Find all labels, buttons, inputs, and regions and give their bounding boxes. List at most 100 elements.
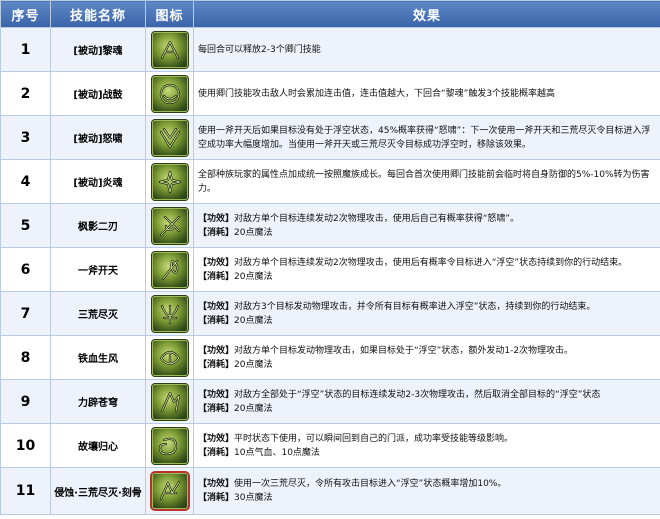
icon-cell [145, 379, 194, 424]
effect-cost-text: 30点魔法 [234, 493, 273, 503]
effect-cost: 【消耗】10点气血、10点魔法 [198, 446, 656, 460]
skill-effect: 每回合可以释放2-3个卿门技能 [193, 27, 660, 72]
skill-effect: 【功效】对敌方全部处于“浮空”状态的目标连续发动2-3次物理攻击，然后取消全部目… [193, 379, 660, 424]
icon-cell [145, 71, 194, 116]
effect-function: 【功效】对敌方单个目标连续发动2次物理攻击，使用后有概率令目标进入“浮空”状态持… [198, 256, 656, 270]
row-number: 5 [0, 203, 51, 248]
table-row: 10 故壤归心 【功效】平时状态下使用，可以瞬间回到自己的门派，成功率受技能等级影响… [0, 423, 660, 468]
skill-name: 枫影二刃 [50, 203, 146, 248]
skill-name: 故壤归心 [50, 423, 146, 468]
skill-icon [151, 75, 188, 112]
effect-text: 使用卿门技能攻击敌人时会累加连击值，连击值越大，下回合“黎魂”触发3个技能概率越… [198, 88, 556, 99]
effect-function-text: 对敌方单个目标发动物理攻击，如果目标处于“浮空”状态，额外发动1-2次物理攻击。 [234, 345, 574, 356]
effect-function-text: 对敌方3个目标发动物理攻击，并令所有目标有概率进入浮空”状态，持续到你的行动结束… [234, 301, 596, 312]
effect-function: 【功效】平时状态下使用，可以瞬间回到自己的门派，成功率受技能等级影响。 [198, 432, 656, 446]
effect-function-text: 使用一次三荒尽灭，令所有攻击目标进入“浮空”状态概率增加10%。 [234, 479, 507, 489]
icon-cell [145, 203, 194, 248]
effect-function-text: 对敌方单个目标连续发动2次物理攻击，使用后自己有概率获得“怒啸”。 [234, 213, 520, 224]
icon-cell [145, 467, 194, 515]
icon-cell [145, 159, 194, 204]
effect-cost: 【消耗】30点魔法 [198, 491, 656, 505]
skill-name: [被动]炎魂 [50, 159, 146, 204]
row-number: 9 [0, 379, 51, 424]
effect-cost-text: 10点气血、10点魔法 [234, 447, 320, 458]
effect-function-label: 【功效】 [198, 301, 235, 312]
table-row: 9 力辟苍穹 【功效】对敌方全部处于“浮空”状态的目标连续发动2-3次物理攻击，然后… [0, 379, 660, 424]
skill-effect: 【功效】对敌方单个目标连续发动2次物理攻击，使用后有概率令目标进入“浮空”状态持… [193, 247, 660, 292]
effect-function: 【功效】对敌方单个目标发动物理攻击，如果目标处于“浮空”状态，额外发动1-2次物… [198, 344, 656, 358]
effect-cost-label: 【消耗】 [198, 271, 235, 282]
skill-effect: 【功效】对敌方单个目标连续发动2次物理攻击，使用后自己有概率获得“怒啸”。 【消耗… [193, 203, 660, 248]
row-number: 2 [0, 71, 51, 116]
row-number: 6 [0, 247, 51, 292]
effect-cost-text: 20点魔法 [234, 359, 273, 370]
skill-name: 力辟苍穹 [50, 379, 146, 424]
row-number: 4 [0, 159, 51, 204]
skill-icon [151, 207, 188, 244]
skill-name: 铁血生风 [50, 335, 146, 380]
skill-icon [151, 163, 188, 200]
table-row: 7 三荒尽灭 【功效】对敌方3个目标发动物理攻击，并令所有目标有概率进入浮空”状态，… [0, 291, 660, 336]
effect-cost: 【消耗】20点魔法 [198, 402, 656, 416]
table-row: 6 一斧开天 【功效】对敌方单个目标连续发动2次物理攻击，使用后有概率令目标进入“浮… [0, 247, 660, 292]
skill-effect: 【功效】对敌方3个目标发动物理攻击，并令所有目标有概率进入浮空”状态，持续到你的… [193, 291, 660, 336]
effect-cost-text: 20点魔法 [234, 315, 273, 326]
table-row: 2 [被动]战鼓 使用卿门技能攻击敌人时会累加连击值，连击值越大，下回合“黎魂”触发… [0, 71, 660, 116]
header-effect: 效果 [193, 0, 660, 28]
row-number: 10 [0, 423, 51, 468]
skill-name: 一斧开天 [50, 247, 146, 292]
skill-effect: 使用一斧开天后如果目标没有处于浮空状态，45%概率获得“怒啸”：下一次使用一斧开… [193, 115, 660, 160]
header-icon: 图标 [145, 0, 194, 28]
effect-cost-text: 20点魔法 [234, 271, 273, 282]
table-row: 3 [被动]怒啸 使用一斧开天后如果目标没有处于浮空状态，45%概率获得“怒啸”：下… [0, 115, 660, 160]
table-row: 11 侵蚀·三荒尽灭·刻骨 【功效】使用一次三荒尽灭，令所有攻击目标进入“浮空”状态… [0, 467, 660, 515]
skill-name: 三荒尽灭 [50, 291, 146, 336]
effect-cost-label: 【消耗】 [198, 493, 235, 503]
row-number: 3 [0, 115, 51, 160]
icon-cell [145, 335, 194, 380]
effect-function: 【功效】对敌方单个目标连续发动2次物理攻击，使用后自己有概率获得“怒啸”。 [198, 212, 656, 226]
effect-text: 全部种族玩家的属性点加成统一按照魔族成长。每回合首次使用卿门技能前会临时将自身防… [198, 169, 650, 194]
skill-table: 序号 技能名称 图标 效果 1 [被动]黎魂 每回合可以释放2-3个卿门技能 2 [被动… [0, 0, 660, 515]
table-row: 8 铁血生风 【功效】对敌方单个目标发动物理攻击，如果目标处于“浮空”状态，额外发动… [0, 335, 660, 380]
effect-function-label: 【功效】 [198, 479, 235, 489]
skill-icon [151, 119, 188, 156]
effect-cost-label: 【消耗】 [198, 227, 235, 238]
skill-effect: 【功效】使用一次三荒尽灭，令所有攻击目标进入“浮空”状态概率增加10%。 【消耗】… [193, 467, 660, 515]
row-number: 7 [0, 291, 51, 336]
header-name: 技能名称 [50, 0, 146, 28]
effect-function: 【功效】对敌方3个目标发动物理攻击，并令所有目标有概率进入浮空”状态，持续到你的… [198, 300, 656, 314]
skill-name: 侵蚀·三荒尽灭·刻骨 [50, 467, 146, 515]
header-row: 序号 技能名称 图标 效果 [0, 0, 660, 28]
effect-function-text: 平时状态下使用，可以瞬间回到自己的门派，成功率受技能等级影响。 [234, 433, 514, 444]
skill-icon [151, 427, 188, 464]
effect-function: 【功效】使用一次三荒尽灭，令所有攻击目标进入“浮空”状态概率增加10%。 [198, 477, 656, 491]
skill-effect: 使用卿门技能攻击敌人时会累加连击值，连击值越大，下回合“黎魂”触发3个技能概率越… [193, 71, 660, 116]
effect-function: 【功效】对敌方全部处于“浮空”状态的目标连续发动2-3次物理攻击，然后取消全部目… [198, 388, 656, 402]
skill-icon [151, 473, 188, 509]
effect-function-label: 【功效】 [198, 213, 235, 224]
effect-cost: 【消耗】20点魔法 [198, 270, 656, 284]
skill-icon [151, 31, 188, 68]
effect-function-label: 【功效】 [198, 345, 235, 356]
effect-cost-label: 【消耗】 [198, 315, 235, 326]
skill-icon [151, 295, 188, 332]
effect-function-text: 对敌方全部处于“浮空”状态的目标连续发动2-3次物理攻击，然后取消全部目标的“浮… [234, 389, 601, 400]
table-row: 5 枫影二刃 【功效】对敌方单个目标连续发动2次物理攻击，使用后自己有概率获得“怒啸… [0, 203, 660, 248]
icon-cell [145, 423, 194, 468]
skill-effect: 【功效】平时状态下使用，可以瞬间回到自己的门派，成功率受技能等级影响。 【消耗】1… [193, 423, 660, 468]
effect-cost-text: 20点魔法 [234, 227, 273, 238]
skill-name: [被动]怒啸 [50, 115, 146, 160]
skill-icon [151, 251, 188, 288]
icon-cell [145, 115, 194, 160]
icon-cell [145, 27, 194, 72]
effect-function-label: 【功效】 [198, 389, 235, 400]
effect-cost-label: 【消耗】 [198, 359, 235, 370]
icon-cell [145, 291, 194, 336]
header-no: 序号 [0, 0, 51, 28]
effect-cost-label: 【消耗】 [198, 447, 235, 458]
row-number: 8 [0, 335, 51, 380]
effect-text: 每回合可以释放2-3个卿门技能 [198, 44, 321, 55]
effect-function-text: 对敌方单个目标连续发动2次物理攻击，使用后有概率令目标进入“浮空”状态持续到你的… [234, 257, 628, 268]
skill-effect: 全部种族玩家的属性点加成统一按照魔族成长。每回合首次使用卿门技能前会临时将自身防… [193, 159, 660, 204]
